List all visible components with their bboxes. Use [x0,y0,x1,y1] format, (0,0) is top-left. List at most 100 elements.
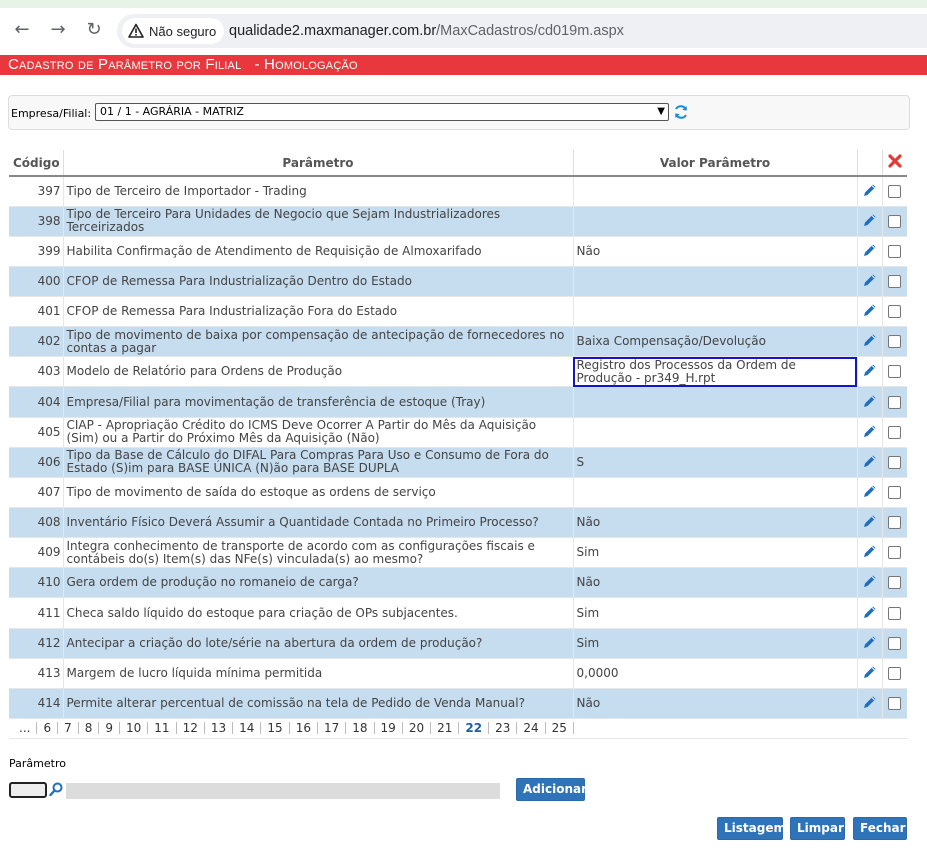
refresh-icon[interactable] [673,104,689,120]
row-edit-cell [857,296,883,328]
table-row[interactable]: 408 Inventário Físico Deverá Assumir a Qu… [9,507,907,539]
table-row[interactable]: 412 Antecipar a criação do lote/série na … [9,628,907,659]
row-checkbox[interactable] [888,335,902,349]
row-checkbox[interactable] [888,214,902,228]
pager-page[interactable]: 12 [177,722,205,735]
listagem-button[interactable]: Listagem [717,817,786,840]
pager-page[interactable]: 18 [346,722,375,735]
table-row[interactable]: 397 Tipo de Terceiro de Importador - Trad… [9,176,907,207]
back-arrow-icon[interactable]: ← [12,20,32,40]
pager-page[interactable]: 16 [290,722,318,735]
row-checkbox[interactable] [888,244,902,258]
fechar-button[interactable]: Fechar [853,817,907,840]
pager-page[interactable]: 13 [205,722,234,735]
row-checkbox[interactable] [888,485,902,499]
pencil-icon[interactable] [862,362,878,378]
pager-page[interactable]: 24 [517,722,546,735]
table-row[interactable]: 400 CFOP de Remessa Para Industrialização… [9,266,907,298]
table-row[interactable]: 411 Checa saldo líquido do estoque para c… [9,597,907,629]
pager-page[interactable]: ... [9,722,38,735]
empresa-filial-select[interactable]: 01 / 1 - AGRÁRIA - MATRIZ ▼ [95,103,669,121]
pager-page[interactable]: 11 [148,722,177,735]
row-checkbox[interactable] [888,666,902,680]
header-parametro[interactable]: Parâmetro [63,150,574,177]
pager-page[interactable]: 10 [120,722,149,735]
header-codigo[interactable]: Código [9,150,64,177]
reload-icon[interactable]: ↻ [84,20,104,40]
row-checkbox[interactable] [888,516,902,530]
pencil-icon[interactable] [862,423,878,439]
search-icon[interactable] [49,782,63,798]
table-row[interactable]: 413 Margem de lucro líquida mínima permit… [9,658,907,689]
pencil-icon[interactable] [862,483,878,499]
pager-page[interactable]: 17 [318,722,347,735]
row-checkbox[interactable] [888,576,902,590]
pencil-icon[interactable] [862,453,878,469]
row-checkbox[interactable] [888,606,902,620]
row-checkbox[interactable] [888,305,902,319]
row-checkbox[interactable] [888,274,902,288]
pager-page[interactable]: 19 [375,722,403,735]
row-checkbox[interactable] [888,546,902,560]
pager-page[interactable]: 15 [261,722,290,735]
pager-page[interactable]: 14 [233,722,262,735]
table-row[interactable]: 399 Habilita Confirmação de Atendimento d… [9,236,907,267]
row-checkbox[interactable] [888,425,902,439]
pencil-icon[interactable] [862,543,878,559]
table-row[interactable]: 407 Tipo de movimento de saída do estoque… [9,477,907,509]
table-row[interactable]: 402 Tipo de movimento de baixa por compen… [9,326,907,358]
url-text[interactable]: qualidade2.maxmanager.com.br/MaxCadastro… [229,14,624,48]
pager-page[interactable]: 20 [403,722,432,735]
row-checkbox[interactable] [888,636,902,650]
row-select-cell [882,266,907,298]
pager-page[interactable]: 25 [546,722,574,735]
row-parameter: Gera ordem de produção no romaneio de ca… [63,567,574,599]
forward-arrow-icon[interactable]: → [48,20,68,40]
param-code-input[interactable] [9,782,47,798]
table-row[interactable]: 401 CFOP de Remessa Para Industrialização… [9,296,907,328]
table-row[interactable]: 404 Empresa/Filial para movimentação de t… [9,386,907,418]
table-row[interactable]: 410 Gera ordem de produção no romaneio de… [9,567,907,599]
table-row[interactable]: 409 Integra conhecimento de transporte de… [9,537,907,569]
pencil-icon[interactable] [862,272,878,288]
pager-page[interactable]: 23 [489,722,518,735]
pencil-icon[interactable] [862,393,878,409]
header-valor[interactable]: Valor Parâmetro [573,150,858,177]
security-chip[interactable]: Não seguro [122,18,225,44]
table-row[interactable]: 403 Modelo de Relatório para Ordens de Pr… [9,356,907,388]
pager-page[interactable]: 6 [37,722,59,735]
pencil-icon[interactable] [862,242,878,258]
url-host: qualidade2.maxmanager.com.br [229,23,437,39]
pager-page[interactable]: 21 [431,722,460,735]
pencil-icon[interactable] [862,664,878,680]
pager-page[interactable]: 7 [58,722,79,735]
row-checkbox[interactable] [888,696,902,710]
pager-page[interactable]: 22 [459,722,490,735]
pencil-icon[interactable] [862,302,878,318]
row-checkbox[interactable] [888,455,902,469]
row-checkbox[interactable] [888,184,902,198]
table-row[interactable]: 405 CIAP - Apropriação Crédito do ICMS De… [9,417,907,448]
pencil-icon[interactable] [862,513,878,529]
row-parameter: CFOP de Remessa Para Industrialização De… [63,266,574,298]
add-button[interactable]: Adicionar [516,778,587,801]
warning-icon [128,23,144,38]
pencil-icon[interactable] [862,634,878,650]
row-checkbox[interactable] [888,395,902,409]
pencil-icon[interactable] [862,212,878,228]
table-row[interactable]: 406 Tipo da Base de Cálculo do DIFAL Para… [9,447,907,478]
table-row[interactable]: 398 Tipo de Terceiro Para Unidades de Neg… [9,206,907,237]
pager-page[interactable]: 9 [99,722,121,735]
table-row[interactable]: 414 Permite alterar percentual de comissã… [9,688,907,720]
delete-x-icon[interactable] [888,154,902,168]
pencil-icon[interactable] [862,332,878,348]
pencil-icon[interactable] [862,604,878,620]
row-checkbox[interactable] [888,365,902,379]
pencil-icon[interactable] [862,694,878,710]
pencil-icon[interactable] [862,182,878,198]
limpar-button[interactable]: Limpar [790,817,845,840]
address-bar[interactable]: Não seguro qualidade2.maxmanager.com.br/… [117,14,927,48]
pager-page[interactable]: 8 [79,722,100,735]
row-parameter: Inventário Físico Deverá Assumir a Quant… [63,507,574,539]
pencil-icon[interactable] [862,573,878,589]
